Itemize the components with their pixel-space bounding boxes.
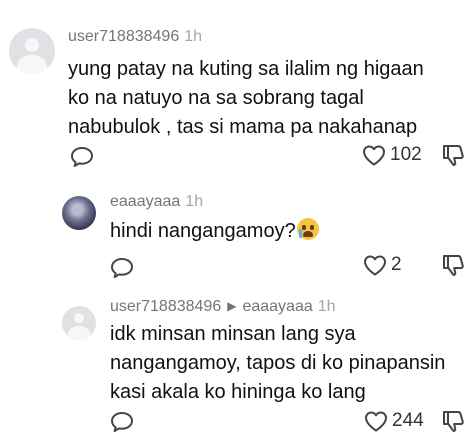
timestamp: 1h <box>184 28 203 45</box>
comment-line: ko na natuyo na sa sobrang tagal <box>68 87 364 109</box>
comment-header: user718838496 ▶ eaaayaaa 1h <box>110 298 336 316</box>
reply-arrow-icon: ▶ <box>227 299 237 313</box>
thumbs-down-icon[interactable] <box>440 142 466 168</box>
comment-line: hindi nangangamoy? <box>110 220 296 242</box>
timestamp: 1h <box>185 193 204 210</box>
comment-header: user718838496 1h <box>68 28 202 46</box>
like-count: 102 <box>390 144 422 165</box>
like-count: 244 <box>392 410 424 431</box>
speech-bubble-icon[interactable] <box>109 256 135 280</box>
avatar[interactable] <box>9 28 55 74</box>
comment-line: yung patay na kuting sa ilalim ng higaan <box>68 58 424 80</box>
heart-icon[interactable] <box>363 409 389 433</box>
heart-icon[interactable] <box>362 253 388 277</box>
comment-line: kasi akala ko hininga ko lang <box>110 381 366 403</box>
comment-line: idk minsan minsan lang sya <box>110 323 356 345</box>
comment-header: eaaayaaa 1h <box>110 193 203 211</box>
comment-text: hindi nangangamoy? <box>110 217 319 246</box>
thumbs-down-icon[interactable] <box>440 408 466 434</box>
comment-text: idk minsan minsan lang sya nangangamoy, … <box>110 320 445 407</box>
heart-icon[interactable] <box>361 143 387 167</box>
like-count: 2 <box>391 254 402 275</box>
thumbs-down-icon[interactable] <box>440 252 466 278</box>
username[interactable]: eaaayaaa <box>110 193 180 210</box>
reply-to-username[interactable]: eaaayaaa <box>242 298 312 315</box>
comment-line: nangangamoy, tapos di ko pinapansin <box>110 352 446 374</box>
avatar[interactable] <box>62 306 96 340</box>
avatar[interactable] <box>62 196 96 230</box>
speech-bubble-icon[interactable] <box>69 145 95 169</box>
username[interactable]: user718838496 <box>68 28 179 45</box>
comment-text: yung patay na kuting sa ilalim ng higaan… <box>68 55 424 142</box>
crying-face-icon <box>296 218 319 240</box>
speech-bubble-icon[interactable] <box>109 410 135 434</box>
timestamp: 1h <box>317 298 336 315</box>
username[interactable]: user718838496 <box>110 298 221 315</box>
comment-line: nabubulok , tas si mama pa nakahanap <box>68 116 418 138</box>
